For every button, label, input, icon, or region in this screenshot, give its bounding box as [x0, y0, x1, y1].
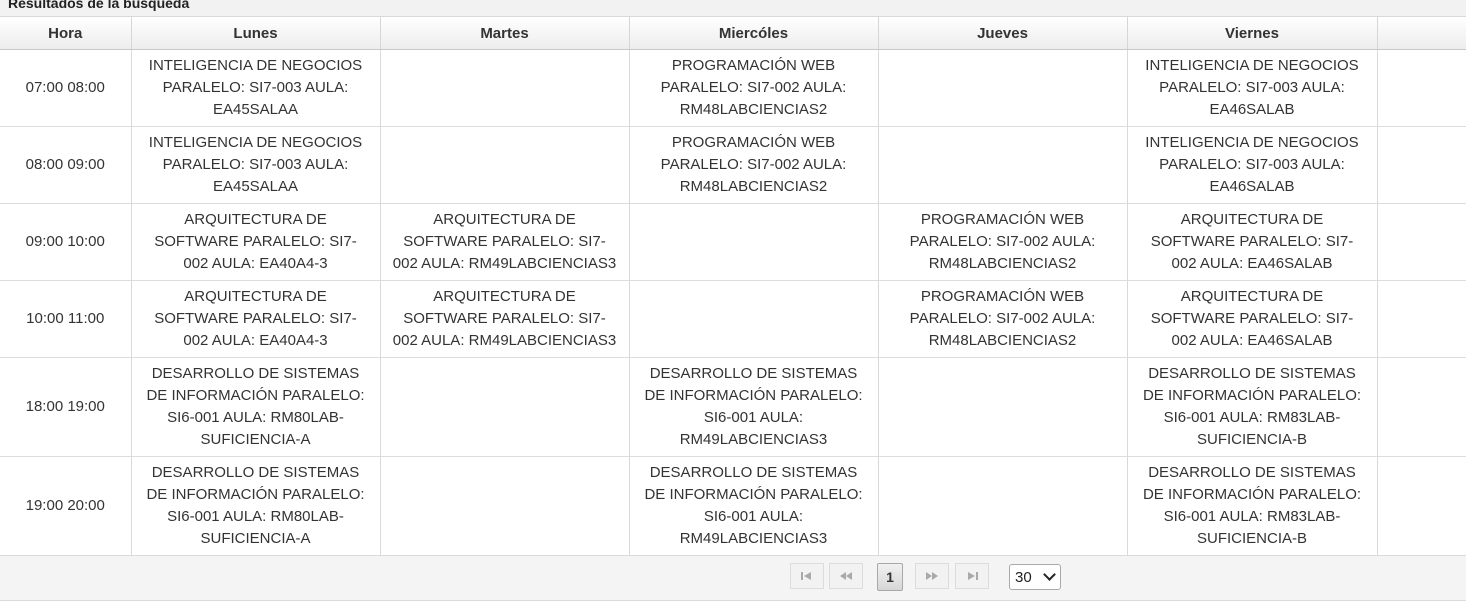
- hora-cell: 09:00 10:00: [0, 203, 132, 281]
- viernes-cell: INTELIGENCIA DE NEGOCIOS PARALELO: SI7-0…: [1127, 49, 1378, 127]
- panel-header: Resultados de la búsqueda: [0, 0, 1466, 17]
- panel-title: Resultados de la búsqueda: [8, 0, 190, 11]
- first-page-button[interactable]: [790, 563, 824, 589]
- hora-cell: 10:00 11:00: [0, 280, 132, 358]
- jueves-cell: PROGRAMACIÓN WEB PARALELO: SI7-002 AULA:…: [878, 280, 1128, 358]
- paginator: 1 30: [0, 555, 1466, 601]
- table-header-row: Hora Lunes Martes Miercóles Jueves Viern…: [0, 17, 1466, 50]
- martes-cell: [380, 126, 630, 204]
- next-page-button[interactable]: [915, 563, 949, 589]
- first-page-icon: [801, 572, 811, 580]
- miercoles-cell: [629, 203, 879, 281]
- table-row: 08:00 09:00 INTELIGENCIA DE NEGOCIOS PAR…: [0, 126, 1466, 204]
- spacer-cell: [1377, 357, 1466, 457]
- column-header-hora[interactable]: Hora: [0, 17, 132, 50]
- table-row: 18:00 19:00 DESARROLLO DE SISTEMAS DE IN…: [0, 357, 1466, 457]
- spacer-cell: [1377, 280, 1466, 358]
- jueves-cell: [878, 126, 1128, 204]
- column-header-spacer: [1377, 17, 1466, 50]
- martes-cell: ARQUITECTURA DE SOFTWARE PARALELO: SI7-0…: [380, 203, 630, 281]
- rows-per-page-select[interactable]: 30: [1009, 564, 1061, 590]
- table-row: 09:00 10:00 ARQUITECTURA DE SOFTWARE PAR…: [0, 203, 1466, 281]
- jueves-cell: [878, 49, 1128, 127]
- spacer-cell: [1377, 456, 1466, 556]
- prev-page-button[interactable]: [829, 563, 863, 589]
- table-row: 19:00 20:00 DESARROLLO DE SISTEMAS DE IN…: [0, 456, 1466, 556]
- schedule-table: Hora Lunes Martes Miercóles Jueves Viern…: [0, 17, 1466, 556]
- jueves-cell: [878, 357, 1128, 457]
- chevron-down-icon: [1043, 568, 1056, 581]
- hora-cell: 07:00 08:00: [0, 49, 132, 127]
- next-page-icon: [926, 572, 938, 580]
- lunes-cell: ARQUITECTURA DE SOFTWARE PARALELO: SI7-0…: [131, 203, 381, 281]
- miercoles-cell: [629, 280, 879, 358]
- lunes-cell: DESARROLLO DE SISTEMAS DE INFORMACIÓN PA…: [131, 357, 381, 457]
- column-header-miercoles[interactable]: Miercóles: [629, 17, 879, 50]
- spacer-cell: [1377, 49, 1466, 127]
- martes-cell: ARQUITECTURA DE SOFTWARE PARALELO: SI7-0…: [380, 280, 630, 358]
- hora-cell: 19:00 20:00: [0, 456, 132, 556]
- miercoles-cell: PROGRAMACIÓN WEB PARALELO: SI7-002 AULA:…: [629, 126, 879, 204]
- table-row: 10:00 11:00 ARQUITECTURA DE SOFTWARE PAR…: [0, 280, 1466, 358]
- jueves-cell: [878, 456, 1128, 556]
- lunes-cell: DESARROLLO DE SISTEMAS DE INFORMACIÓN PA…: [131, 456, 381, 556]
- viernes-cell: DESARROLLO DE SISTEMAS DE INFORMACIÓN PA…: [1127, 456, 1378, 556]
- table-row: 07:00 08:00 INTELIGENCIA DE NEGOCIOS PAR…: [0, 49, 1466, 127]
- miercoles-cell: DESARROLLO DE SISTEMAS DE INFORMACIÓN PA…: [629, 456, 879, 556]
- lunes-cell: INTELIGENCIA DE NEGOCIOS PARALELO: SI7-0…: [131, 49, 381, 127]
- martes-cell: [380, 49, 630, 127]
- viernes-cell: DESARROLLO DE SISTEMAS DE INFORMACIÓN PA…: [1127, 357, 1378, 457]
- viernes-cell: ARQUITECTURA DE SOFTWARE PARALELO: SI7-0…: [1127, 203, 1378, 281]
- last-page-button[interactable]: [955, 563, 989, 589]
- miercoles-cell: PROGRAMACIÓN WEB PARALELO: SI7-002 AULA:…: [629, 49, 879, 127]
- last-page-icon: [968, 572, 978, 580]
- viernes-cell: INTELIGENCIA DE NEGOCIOS PARALELO: SI7-0…: [1127, 126, 1378, 204]
- viernes-cell: ARQUITECTURA DE SOFTWARE PARALELO: SI7-0…: [1127, 280, 1378, 358]
- hora-cell: 18:00 19:00: [0, 357, 132, 457]
- column-header-jueves[interactable]: Jueves: [878, 17, 1128, 50]
- spacer-cell: [1377, 126, 1466, 204]
- jueves-cell: PROGRAMACIÓN WEB PARALELO: SI7-002 AULA:…: [878, 203, 1128, 281]
- spacer-cell: [1377, 203, 1466, 281]
- page-number-1[interactable]: 1: [877, 563, 903, 591]
- hora-cell: 08:00 09:00: [0, 126, 132, 204]
- lunes-cell: INTELIGENCIA DE NEGOCIOS PARALELO: SI7-0…: [131, 126, 381, 204]
- lunes-cell: ARQUITECTURA DE SOFTWARE PARALELO: SI7-0…: [131, 280, 381, 358]
- prev-page-icon: [840, 572, 852, 580]
- martes-cell: [380, 357, 630, 457]
- column-header-martes[interactable]: Martes: [380, 17, 630, 50]
- column-header-lunes[interactable]: Lunes: [131, 17, 381, 50]
- miercoles-cell: DESARROLLO DE SISTEMAS DE INFORMACIÓN PA…: [629, 357, 879, 457]
- column-header-viernes[interactable]: Viernes: [1127, 17, 1378, 50]
- rows-per-page-value: 30: [1015, 568, 1032, 586]
- martes-cell: [380, 456, 630, 556]
